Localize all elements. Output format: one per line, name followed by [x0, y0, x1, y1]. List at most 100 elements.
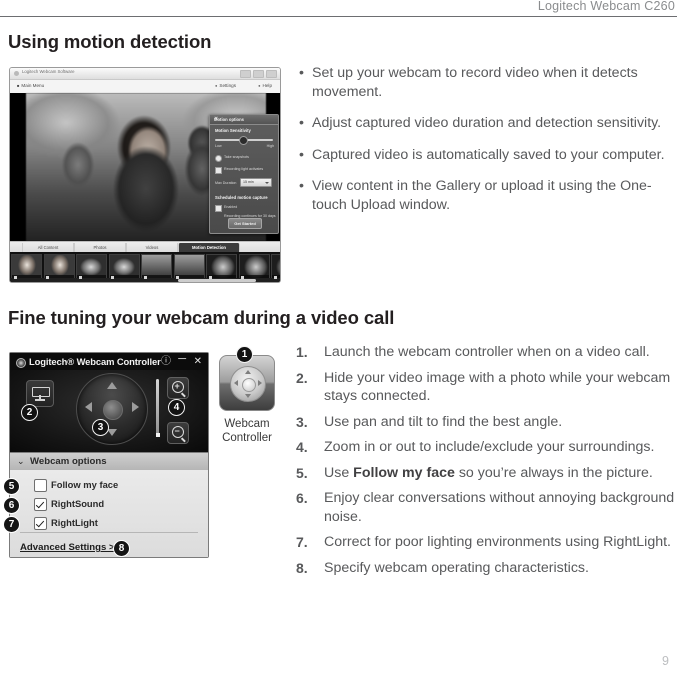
- gallery-thumbnail: [43, 254, 75, 281]
- step-number: 6.: [296, 490, 308, 506]
- gallery-thumbnail: [76, 254, 107, 281]
- close-icon[interactable]: ✕: [194, 356, 202, 367]
- thumbnail-badge-icon: [208, 276, 212, 279]
- minimize-icon[interactable]: ─: [178, 354, 186, 365]
- pan-tilt-dpad[interactable]: [76, 373, 148, 445]
- rightsound-checkbox[interactable]: [34, 498, 47, 511]
- arrow-down-icon: [245, 394, 251, 398]
- desktop-icon-label: Webcam Controller: [216, 417, 278, 445]
- motion-sensitivity-label: Motion Sensitivity: [215, 128, 251, 133]
- step-number: 8.: [296, 559, 308, 576]
- thumbnail-badge-icon: [273, 276, 277, 279]
- app-help-label: Help: [258, 83, 272, 88]
- option-label: RightLight: [51, 517, 98, 528]
- help-icon[interactable]: ⓘ: [161, 356, 171, 367]
- step-number: 1.: [296, 344, 308, 360]
- hide-video-photo-button[interactable]: [26, 380, 54, 407]
- step-text-emphasis: Follow my face: [353, 464, 455, 481]
- app-settings-label: Settings: [215, 83, 236, 88]
- thumbnail-badge-icon: [46, 276, 49, 279]
- step-text-after: so you’re always in the picture.: [454, 464, 653, 481]
- thumbnail-badge-icon: [176, 276, 179, 279]
- dpad-center-button[interactable]: [103, 400, 123, 420]
- pan-left-icon[interactable]: [85, 402, 92, 412]
- list-item: • View content in the Gallery or upload …: [297, 177, 677, 214]
- gallery-thumbnail: [271, 254, 280, 281]
- list-item: • Captured video is automatically saved …: [297, 146, 677, 165]
- bullet-text: Captured video is automatically saved to…: [312, 146, 665, 163]
- callout-badge-5: 5: [3, 478, 20, 495]
- callout-badge-6: 6: [3, 497, 20, 514]
- webcam-options-header[interactable]: ⌄ Webcam options: [10, 452, 208, 472]
- list-item: 4. Zoom in or out to include/exclude you…: [296, 438, 677, 457]
- app-logo-icon: [14, 71, 19, 76]
- chevron-down-icon: ⌄: [17, 456, 25, 466]
- desktop-icon-tile[interactable]: [219, 355, 275, 411]
- app-main-menu-label: Main Menu: [17, 83, 44, 88]
- zoom-slider-track[interactable]: [155, 379, 160, 437]
- thumbnail-badge-icon: [143, 276, 147, 279]
- chevron-down-icon: [265, 181, 269, 184]
- step-text-before: Use: [324, 464, 354, 481]
- zoom-out-button[interactable]: −: [167, 422, 189, 444]
- pan-right-icon[interactable]: [132, 402, 139, 412]
- step-text: Correct for poor lighting environments u…: [324, 534, 671, 550]
- bullet-icon: •: [299, 115, 304, 131]
- list-item: 2. Hide your video image with a photo wh…: [296, 369, 677, 406]
- app-maximize-icon: [253, 70, 264, 78]
- step-number: 7.: [296, 534, 308, 550]
- zoom-in-plus-icon: +: [174, 380, 180, 391]
- max-duration-label: Max Duration: [215, 181, 237, 185]
- motion-panel-action-label: Get Started: [234, 221, 256, 226]
- slider-thumb: [239, 136, 248, 145]
- arrow-right-icon: [258, 380, 262, 386]
- arrow-left-icon: [234, 380, 238, 386]
- arrow-up-icon: [245, 370, 251, 374]
- options-divider: [20, 532, 198, 533]
- bullet-text: View content in the Gallery or upload it…: [312, 178, 652, 213]
- step-text: Launch the webcam controller when on a v…: [324, 344, 650, 360]
- app-window-buttons: [240, 70, 277, 78]
- webcam-controller-titlebar: Logitech® Webcam Controller ⓘ ─ ✕: [10, 353, 208, 371]
- gallery-thumbnail: [108, 254, 140, 281]
- fine-tuning-numbered-list: 1. Launch the webcam controller when on …: [296, 343, 677, 584]
- advanced-settings-link[interactable]: Advanced Settings >: [20, 542, 115, 553]
- app-video-viewport: Motion options ✕ Motion Sensitivity Low …: [10, 93, 280, 241]
- rightlight-checkbox[interactable]: [34, 517, 47, 530]
- dpad-center-glyph: [242, 378, 256, 392]
- step-number: 3.: [296, 413, 308, 430]
- zoom-in-button[interactable]: +: [167, 377, 189, 399]
- section-heading-fine-tuning: Fine tuning your webcam during a video c…: [8, 307, 395, 328]
- desktop-icon-label-line1: Webcam: [224, 418, 270, 430]
- motion-option-1-radio: [215, 155, 222, 162]
- zoom-slider-thumb[interactable]: [155, 433, 160, 437]
- follow-my-face-checkbox[interactable]: [34, 479, 47, 492]
- list-item: 8. Specify webcam operating characterist…: [296, 559, 677, 578]
- step-number: 4.: [296, 439, 308, 455]
- motion-option-2-label: Recording light activates: [224, 167, 264, 171]
- list-item: • Set up your webcam to record video whe…: [297, 64, 677, 101]
- slider-low-label: Low: [215, 144, 222, 148]
- app-menubar: Main Menu Settings Help: [10, 80, 280, 93]
- scheduled-capture-label: Scheduled motion capture: [215, 195, 268, 200]
- bullet-icon: •: [299, 65, 304, 81]
- step-text: Enjoy clear conversations without annoyi…: [324, 490, 675, 525]
- magnifier-handle-icon: [180, 437, 186, 443]
- callout-badge-4: 4: [168, 399, 185, 416]
- slider-high-label: High: [266, 144, 274, 148]
- callout-badge-1: 1: [236, 346, 253, 363]
- motion-detection-screenshot: Logitech Webcam Software Main Menu Setti…: [9, 67, 281, 283]
- section-heading-motion-detection: Using motion detection: [8, 31, 212, 52]
- zoom-out-minus-icon: −: [174, 425, 180, 436]
- thumbnail-badge-icon: [111, 276, 114, 279]
- webcam-controller-title: Logitech® Webcam Controller: [29, 356, 161, 367]
- motion-sensitivity-slider: [215, 136, 273, 145]
- step-text: Zoom in or out to include/exclude your s…: [324, 439, 655, 455]
- webcam-options-panel: Follow my face RightSound RightLight Adv…: [10, 470, 208, 557]
- list-item: 5. Use Follow my face so you’re always i…: [296, 464, 677, 483]
- webcam-controller-desktop-icon[interactable]: Webcam Controller: [216, 355, 278, 445]
- webcam-options-label: Webcam options: [30, 456, 107, 467]
- pan-up-icon[interactable]: [107, 382, 117, 389]
- callout-badge-8: 8: [113, 540, 130, 557]
- bullet-icon: •: [299, 178, 304, 194]
